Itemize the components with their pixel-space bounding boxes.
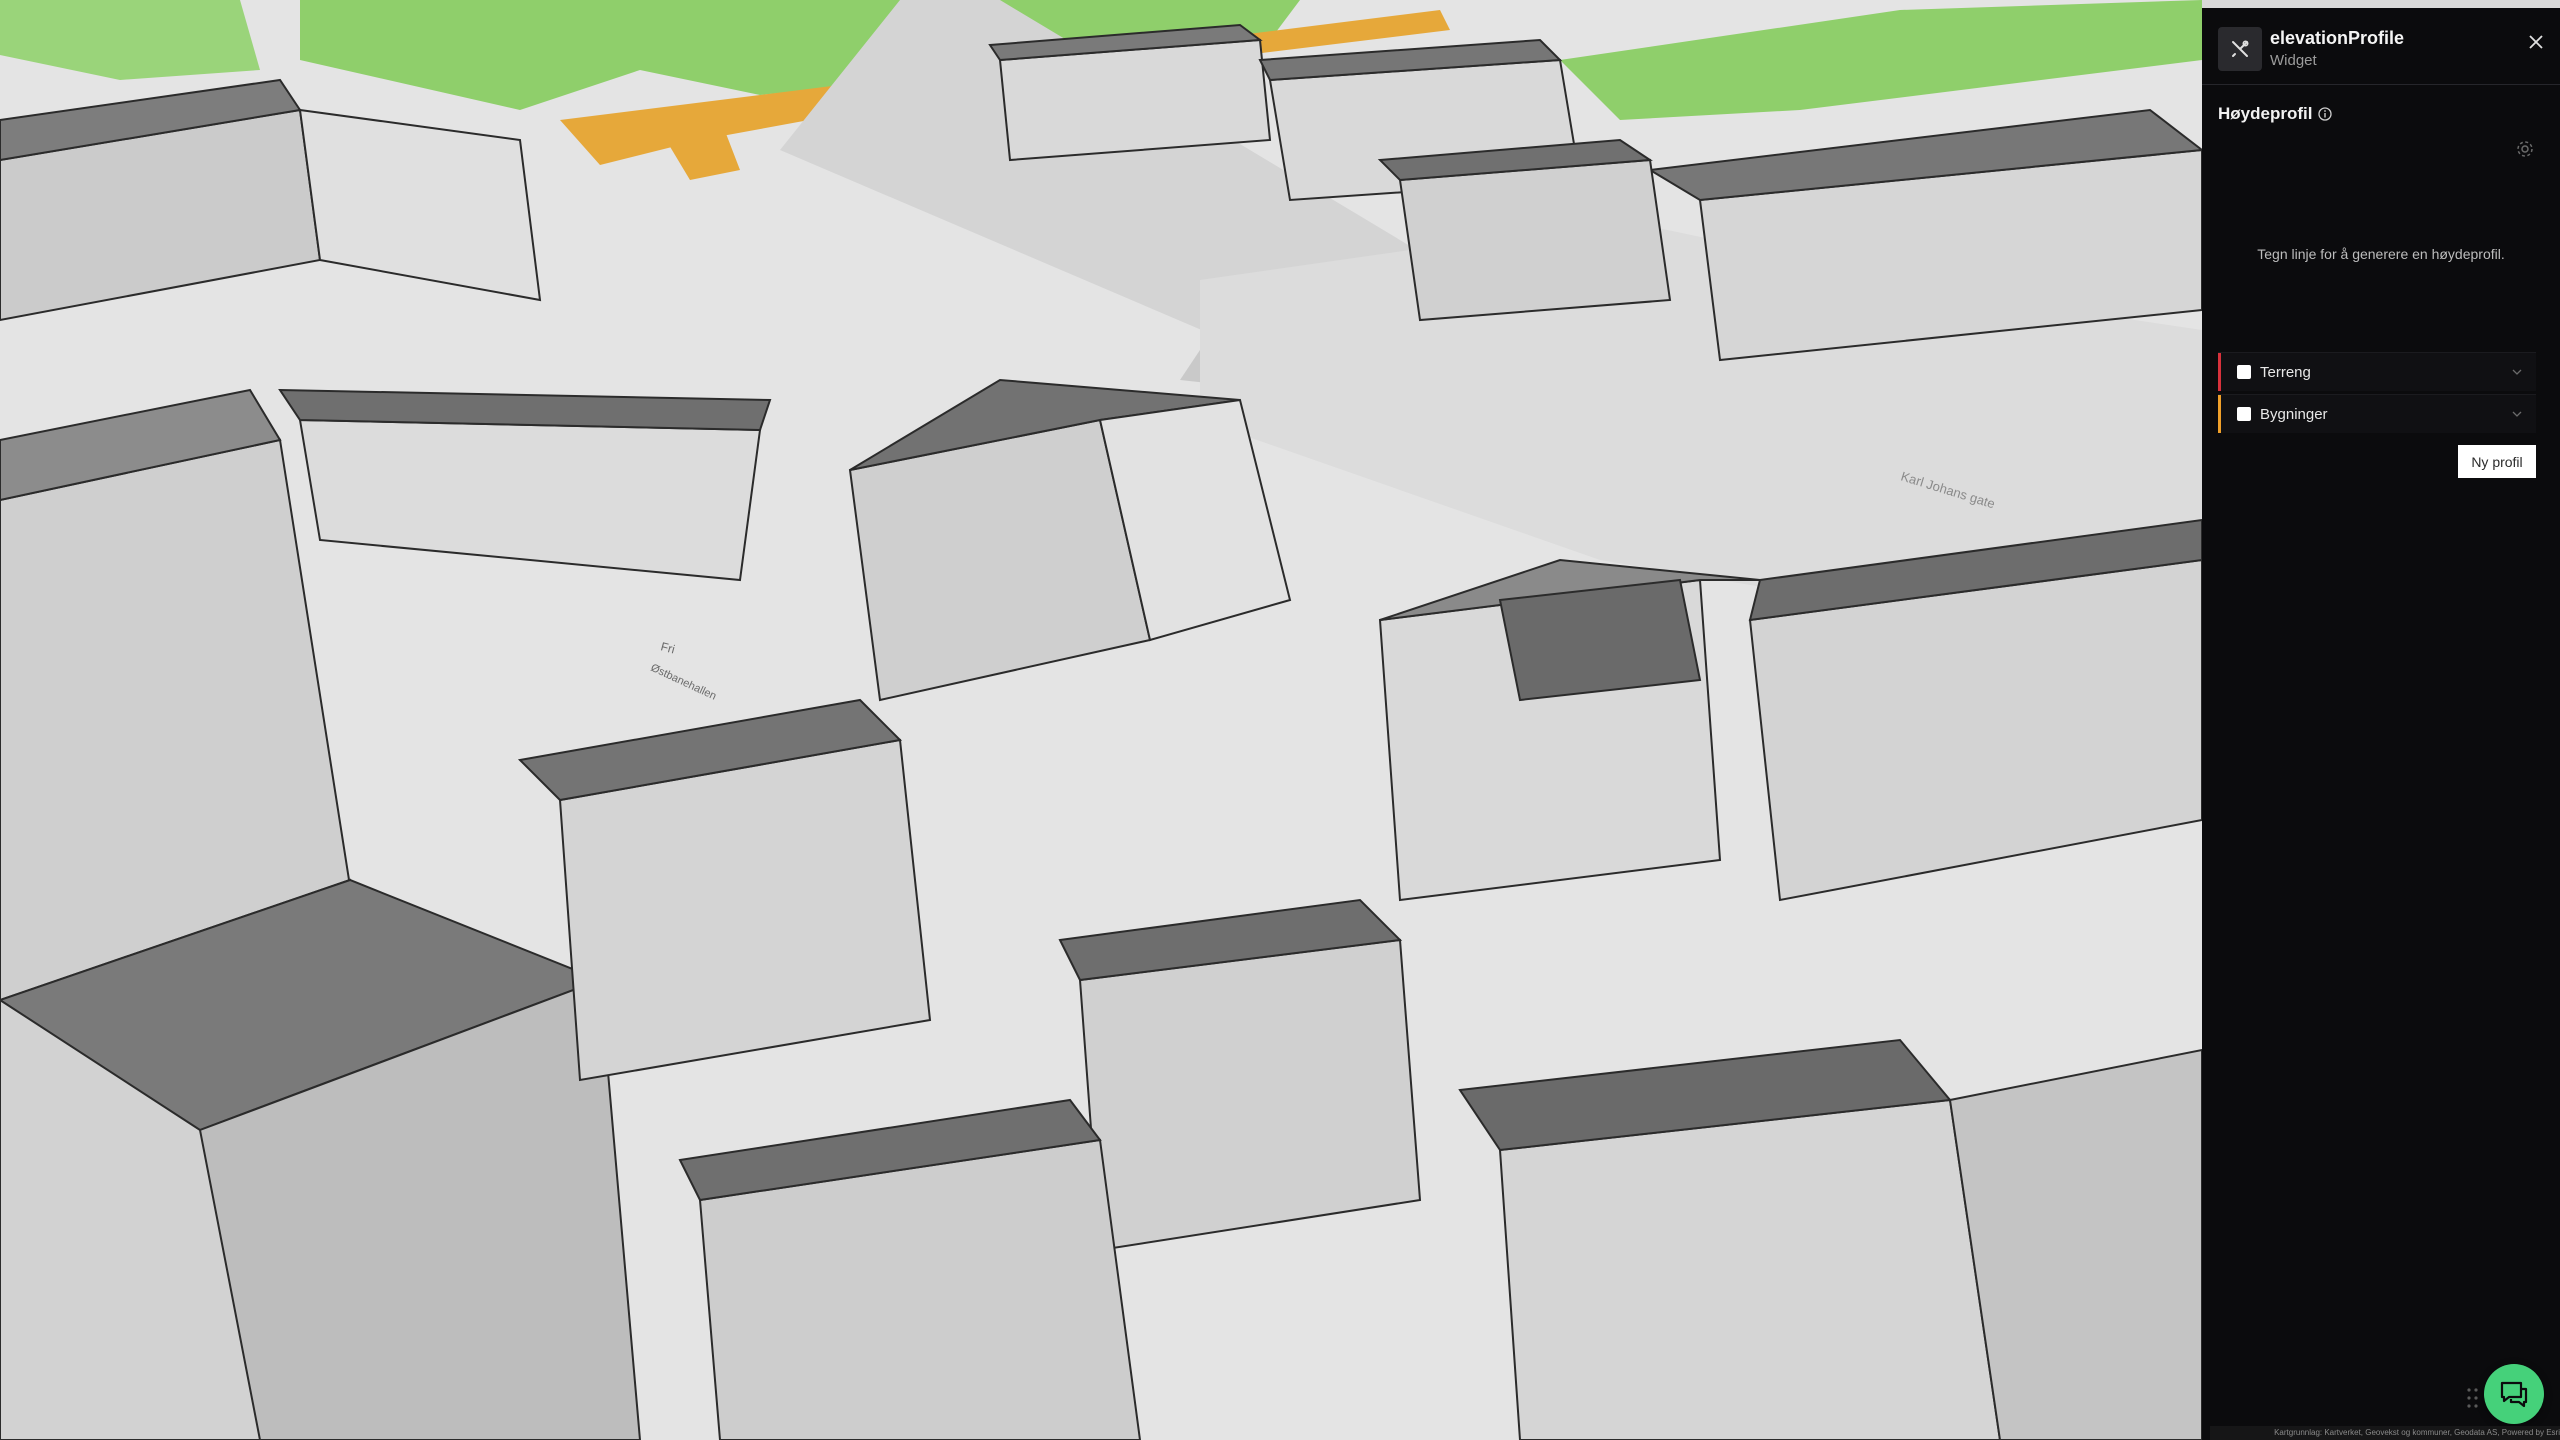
layer-label: Terreng (2260, 363, 2311, 381)
chat-button[interactable] (2484, 1364, 2544, 1424)
widget-header: elevationProfile Widget (2202, 8, 2560, 85)
city-3d-view[interactable]: Karl Johans gate Fri Østbanehallen (0, 0, 2202, 1440)
layer-row-buildings[interactable]: Bygninger (2218, 394, 2536, 433)
drag-handle-icon[interactable] (2466, 1387, 2480, 1409)
chevron-down-icon[interactable] (2512, 411, 2522, 417)
panel-top-edge (2202, 0, 2560, 8)
buildings-checkbox[interactable] (2237, 407, 2251, 421)
chevron-down-icon[interactable] (2512, 369, 2522, 375)
widget-subtitle: Widget (2270, 52, 2317, 69)
layer-color-bar (2218, 395, 2221, 433)
settings-button[interactable] (2514, 138, 2536, 160)
map-attribution[interactable]: Kartgrunnlag: Kartverket, Geovekst og ko… (2210, 1426, 2560, 1440)
section-title: Høydeprofil (2218, 104, 2333, 124)
chat-icon (2500, 1381, 2528, 1408)
draw-hint: Tegn linje for å generere en høydeprofil… (2257, 246, 2505, 262)
info-icon[interactable] (2318, 107, 2333, 121)
map-scene[interactable]: Karl Johans gate Fri Østbanehallen (0, 0, 2202, 1440)
close-icon (2529, 35, 2543, 49)
layer-label: Bygninger (2260, 405, 2328, 423)
close-button[interactable] (2522, 28, 2550, 56)
widget-title: elevationProfile (2270, 28, 2405, 48)
terrain-checkbox[interactable] (2237, 365, 2251, 379)
tools-icon (2218, 27, 2262, 71)
layer-row-terrain[interactable]: Terreng (2218, 352, 2536, 391)
profile-title: Høydeprofil (2218, 104, 2313, 123)
layer-color-bar (2218, 353, 2221, 391)
gear-icon (2517, 141, 2533, 157)
elevation-profile-panel: elevationProfile Widget Høydeprofil Tegn… (2202, 0, 2560, 1440)
new-profile-button[interactable]: Ny profil (2458, 445, 2536, 478)
